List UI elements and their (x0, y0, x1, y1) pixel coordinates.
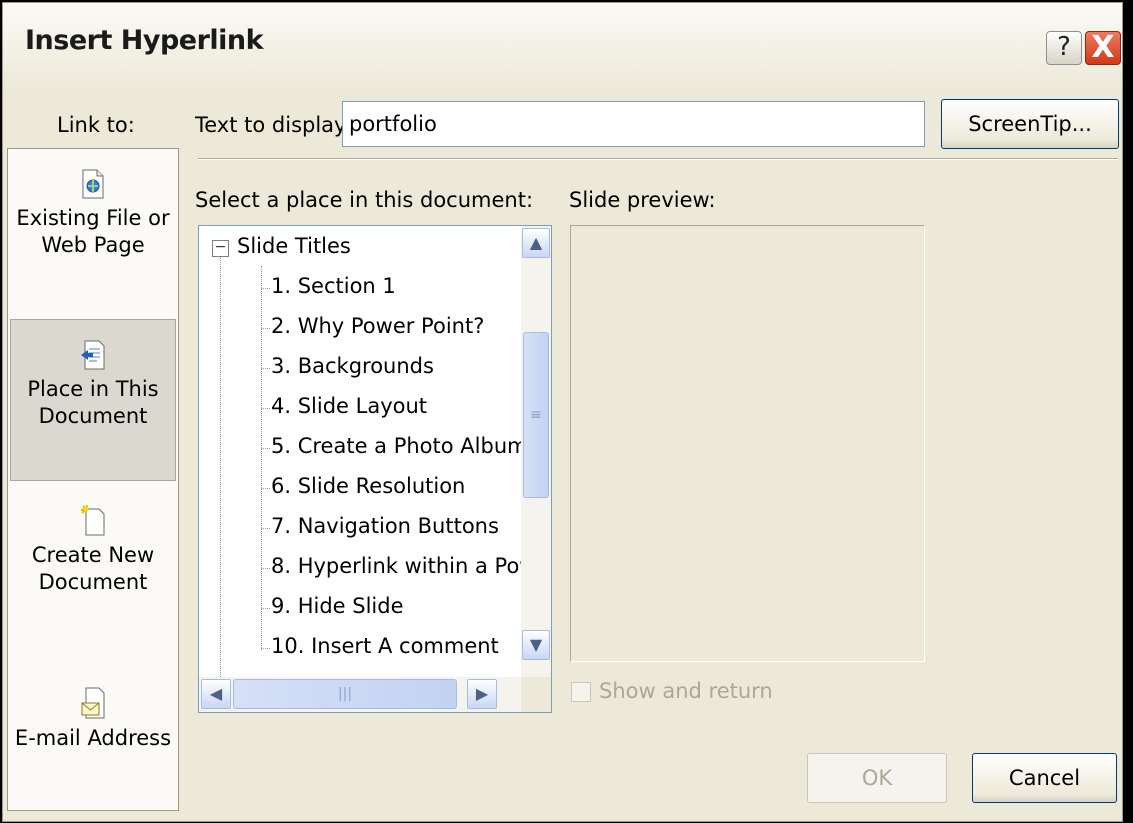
scroll-right-button[interactable]: ▶ (467, 679, 497, 709)
link-place-line1: Place in This (27, 377, 159, 401)
link-existing-file-line1: Existing File or (16, 206, 170, 230)
tree-item[interactable]: 4. Slide Layout (261, 394, 427, 418)
link-create-new-line2: Document (38, 570, 148, 594)
link-place-line2: Document (38, 404, 148, 428)
tree-item[interactable]: 5. Create a Photo Album (261, 434, 528, 458)
close-button[interactable]: X (1085, 31, 1121, 65)
ok-button[interactable]: OK (807, 753, 947, 803)
text-to-display-input[interactable] (342, 101, 925, 147)
horizontal-scroll-thumb[interactable]: ||| (233, 679, 457, 709)
horizontal-scrollbar[interactable]: ◀ ||| ▶ (199, 677, 521, 712)
tree-item[interactable]: 1. Section 1 (261, 274, 396, 298)
title-bar: Insert Hyperlink ? X (3, 3, 1122, 89)
tree-item[interactable]: 10. Insert A comment (261, 634, 499, 658)
place-in-document-icon (81, 340, 105, 370)
tree-item[interactable]: 2. Why Power Point? (261, 314, 484, 338)
existing-file-icon (82, 169, 104, 199)
tree-root-slide-titles[interactable]: Slide Titles (237, 234, 351, 258)
vertical-scrollbar[interactable]: ▲ ≡ ▼ (521, 226, 551, 677)
new-document-icon (80, 504, 105, 536)
link-create-new-line1: Create New (31, 543, 155, 567)
slide-preview-pane (570, 225, 925, 662)
collapse-toggle-icon[interactable]: − (212, 240, 229, 257)
show-and-return-label: Show and return (599, 679, 773, 703)
scroll-up-button[interactable]: ▲ (522, 228, 550, 258)
screentip-button[interactable]: ScreenTip... (941, 99, 1119, 149)
scroll-left-button[interactable]: ◀ (201, 679, 231, 709)
link-existing-file-line2: Web Page (41, 233, 145, 257)
vertical-scroll-thumb[interactable]: ≡ (523, 332, 549, 498)
insert-hyperlink-dialog: Insert Hyperlink ? X Link to: Text to di… (2, 2, 1123, 822)
link-create-new-document[interactable]: Create New Document (10, 504, 176, 644)
scroll-down-button[interactable]: ▼ (522, 630, 550, 660)
tree-item[interactable]: 9. Hide Slide (261, 594, 404, 618)
tree-item[interactable]: 6. Slide Resolution (261, 474, 465, 498)
slide-preview-label: Slide preview: (569, 188, 716, 212)
tree-root-line (220, 257, 221, 687)
select-place-label: Select a place in this document: (195, 188, 534, 212)
tree-item[interactable]: 7. Navigation Buttons (261, 514, 499, 538)
link-to-bar: Existing File or Web Page Place in This … (7, 148, 179, 811)
tree-item[interactable]: 3. Backgrounds (261, 354, 434, 378)
email-icon (81, 687, 105, 719)
link-email-address[interactable]: E-mail Address (10, 687, 176, 787)
document-place-tree[interactable]: − Slide Titles 1. Section 1 2. Why Power… (198, 225, 552, 713)
help-button[interactable]: ? (1046, 31, 1082, 65)
dialog-title: Insert Hyperlink (25, 25, 264, 56)
link-place-in-document[interactable]: Place in This Document (10, 319, 176, 481)
link-existing-file[interactable]: Existing File or Web Page (10, 169, 176, 309)
separator (198, 158, 1118, 160)
scroll-corner (521, 677, 551, 712)
text-to-display-label: Text to display: (195, 113, 353, 137)
show-and-return-checkbox[interactable] (571, 682, 591, 702)
tree-item[interactable]: 8. Hyperlink within a Power (261, 554, 551, 578)
cancel-button[interactable]: Cancel (972, 753, 1117, 803)
link-email-line1: E-mail Address (14, 726, 172, 750)
link-to-label: Link to: (57, 113, 135, 137)
